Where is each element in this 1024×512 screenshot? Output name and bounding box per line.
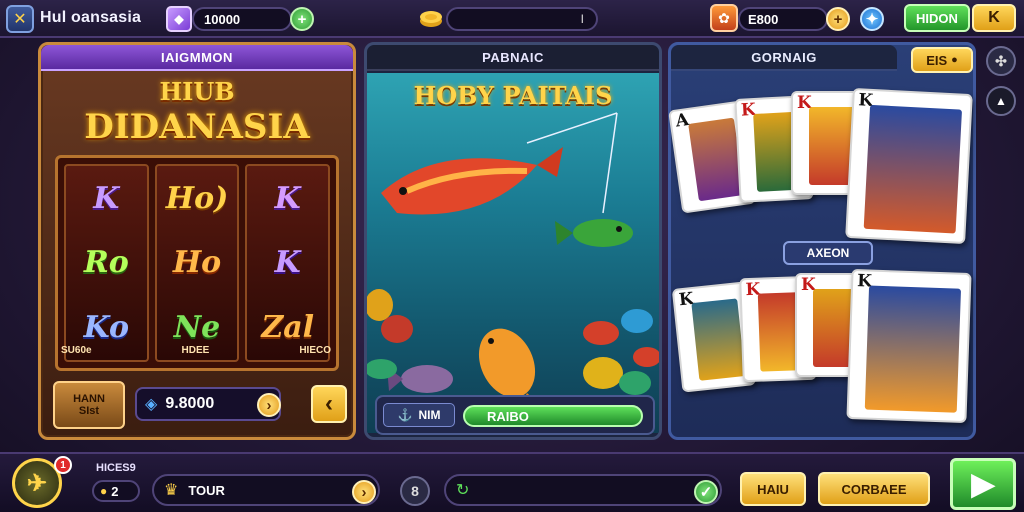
- gem-balance: 10000: [192, 7, 292, 31]
- tour-label: TOUR: [188, 482, 225, 498]
- reel-symbol: Ne: [173, 310, 221, 346]
- bet-label-line2: SIst: [78, 405, 100, 417]
- reel-symbol: Zal: [261, 310, 315, 346]
- chat-button[interactable]: 8: [400, 476, 430, 506]
- card-art: [863, 104, 963, 234]
- center-meter-value: I: [580, 12, 584, 26]
- footer-count-value: 2: [111, 483, 119, 499]
- reel-3: K K Zal: [245, 164, 331, 362]
- fishing-tag[interactable]: ⚓ NIM: [383, 403, 455, 427]
- reel-symbol: Ko: [83, 310, 130, 346]
- reel-footer-2: HDEE: [181, 345, 210, 356]
- fishing-score-value: RAIBO: [487, 408, 529, 424]
- fishing-game-panel[interactable]: PABNAIC HOBY PAITAIS ⚓ NIM RAIBO: [364, 42, 662, 440]
- slot-game-panel[interactable]: IAIGMMON HIUB DIDANASIA K Ro Ko Ho) Ho N…: [38, 42, 356, 440]
- fishing-panel-heading: PABNAIC: [367, 45, 659, 71]
- brand-name: Hul oansasia: [40, 9, 142, 26]
- playing-card[interactable]: K: [845, 87, 973, 245]
- reel-symbol: Ho): [165, 180, 229, 216]
- add-coins-button[interactable]: +: [826, 7, 850, 31]
- reel-symbol: K: [274, 180, 301, 216]
- red-fish-icon: [381, 147, 563, 215]
- help-icon[interactable]: ▲: [986, 86, 1016, 116]
- center-meter: I: [446, 7, 598, 31]
- reel-symbol: K: [274, 245, 301, 281]
- bet-label-box: HANN SIst: [53, 381, 125, 429]
- card-mid-label: AXEON: [783, 241, 873, 265]
- progress-bar: ↻: [444, 474, 722, 506]
- bet-gem-icon: ◈: [145, 396, 158, 413]
- reel-footer-3: HIECO: [299, 345, 331, 356]
- add-gems-button[interactable]: +: [290, 7, 314, 31]
- slot-reels: K Ro Ko Ho) Ho Ne K K Zal: [55, 155, 339, 371]
- boost-button[interactable]: ✦: [860, 7, 884, 31]
- green-fish-icon: [555, 219, 633, 247]
- reel-footers: SU60e HDEE HIECO: [61, 345, 331, 356]
- card-panel-heading: GORNAIG: [671, 45, 897, 71]
- bet-label-line1: HANN: [73, 393, 105, 405]
- bottom-bar: ✈ 1 HICES9 ● 2 ♛ TOUR › 8 ↻ ✓ HAIU CORBA…: [0, 452, 1024, 512]
- footer-counter: ● 2: [92, 480, 140, 502]
- action-button-b[interactable]: CORBAEE: [818, 472, 930, 506]
- slot-logo-line1: HIUB: [159, 77, 235, 106]
- gem-icon: ◆: [166, 6, 192, 32]
- treasure-icon: ✿: [710, 4, 738, 32]
- coin-stack-icon: [418, 6, 444, 30]
- top-bar: ✕ Hul oansasia ◆ 10000 + I ✿ E800 + ✦ HI…: [0, 0, 1024, 38]
- bet-increase-button[interactable]: ›: [257, 393, 281, 417]
- coin-icon: ●: [100, 484, 108, 498]
- mode-button[interactable]: HIDON: [904, 4, 970, 32]
- reel-2: Ho) Ho Ne: [154, 164, 240, 362]
- tour-next-button[interactable]: ›: [352, 480, 376, 504]
- play-button[interactable]: ▶: [950, 458, 1016, 510]
- progress-action-button[interactable]: ✓: [694, 480, 718, 504]
- fishing-illustration: [367, 112, 659, 415]
- settings-icon[interactable]: ✣: [986, 46, 1016, 76]
- coin-balance: E800: [738, 7, 828, 31]
- slot-panel-heading: IAIGMMON: [41, 45, 353, 71]
- reel-footer-1: SU60e: [61, 345, 92, 356]
- action-button-a[interactable]: HAIU: [740, 472, 806, 506]
- spin-button[interactable]: ‹: [311, 385, 347, 423]
- back-button[interactable]: K: [972, 4, 1016, 32]
- playing-card[interactable]: K: [846, 268, 972, 424]
- card-game-panel[interactable]: GORNAIG EIS ● A K K K AXEON K K K K: [668, 42, 976, 440]
- fishing-status-bar: ⚓ NIM RAIBO: [375, 395, 655, 435]
- reel-symbol: Ro: [83, 245, 129, 281]
- card-bet-label: EIS: [926, 52, 948, 68]
- coin-balance-value: E800: [748, 11, 779, 27]
- sea-scene: HOBY PAITAIS: [367, 73, 659, 433]
- app-logo-icon[interactable]: ✕: [6, 5, 34, 33]
- fishing-score-bar: RAIBO: [463, 405, 643, 427]
- fishing-tag-label: NIM: [418, 408, 441, 422]
- slot-logo-line2: DIDANASIA: [84, 107, 310, 147]
- trophy-icon: ♛: [164, 482, 179, 499]
- coin-icon: ●: [951, 54, 958, 66]
- gem-balance-value: 10000: [204, 11, 241, 27]
- refresh-icon: ↻: [456, 482, 470, 499]
- footer-label: HICES9: [96, 462, 136, 474]
- card-bet-button[interactable]: EIS ●: [911, 47, 973, 73]
- reel-1: K Ro Ko: [64, 164, 149, 362]
- bet-amount-value: 9.8000: [165, 395, 215, 412]
- reel-symbol: K: [93, 180, 120, 216]
- card-art: [691, 298, 746, 381]
- anchor-icon: ⚓: [397, 408, 413, 422]
- tour-bar[interactable]: ♛ TOUR: [152, 474, 380, 506]
- card-art: [864, 285, 962, 413]
- notification-badge: 1: [54, 456, 72, 474]
- reel-symbol: Ho: [172, 245, 222, 281]
